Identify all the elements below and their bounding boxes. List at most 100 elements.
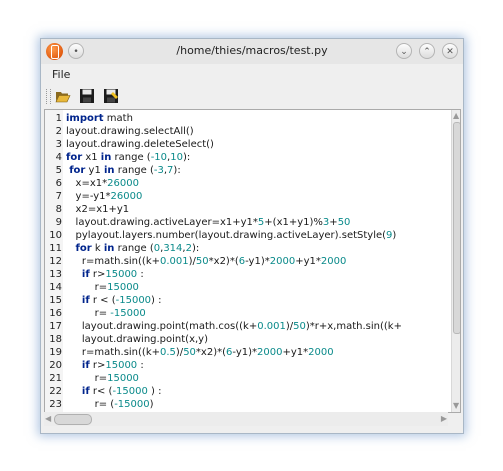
keyword-token: for (75, 243, 92, 254)
line-number: 10 (49, 230, 62, 241)
code-token: x=x1* (66, 178, 108, 189)
number-token: 0.001 (257, 321, 286, 332)
number-token: 26000 (107, 178, 139, 189)
number-token: -3 (153, 165, 164, 176)
code-text[interactable]: r= (-15000) (66, 398, 154, 411)
code-text[interactable]: if r< (-15000 ) : (66, 385, 162, 398)
code-token: r> (89, 360, 106, 371)
code-token: r=math.sin((k+ (66, 347, 160, 358)
code-text[interactable]: if r>15000 : (66, 359, 144, 372)
code-token: math (103, 113, 133, 124)
code-text[interactable]: r=15000 (66, 281, 139, 294)
scroll-left-arrow-icon[interactable]: ◀ (45, 414, 51, 424)
code-token: x1 (82, 152, 101, 163)
keyword-token: if (81, 269, 90, 280)
horizontal-scrollbar-thumb[interactable] (54, 414, 92, 425)
code-token: ): (182, 152, 191, 163)
code-text[interactable]: y=-y1*26000 (66, 190, 143, 203)
code-text[interactable]: layout.drawing.activeLayer=x1+y1*5+(x1+y… (66, 216, 351, 229)
code-token: ) (392, 230, 397, 241)
code-token: +y1* (295, 256, 321, 267)
number-token: 0.5 (160, 347, 176, 358)
number-token: -15000 (114, 399, 150, 410)
number-token: 2000 (320, 256, 347, 267)
code-token: ) : (151, 295, 162, 306)
maximize-button[interactable]: ⌃ (419, 43, 435, 59)
number-token: -15000 (112, 386, 148, 397)
code-token: )*r+x,math.sin((k+ (305, 321, 402, 332)
code-text[interactable]: layout.drawing.point(x,y) (66, 333, 208, 346)
line-number: 1 (55, 113, 62, 124)
line-number: 6 (55, 178, 62, 189)
number-token: 2000 (308, 347, 334, 358)
code-text[interactable]: r=math.sin((k+0.5)/50*x2)*(6-y1)*2000+y1… (66, 346, 334, 359)
keyword-token: in (100, 152, 112, 163)
code-text[interactable]: pylayout.layers.number(layout.drawing.ac… (66, 229, 397, 242)
vertical-scrollbar-thumb[interactable] (453, 122, 460, 334)
code-token: ) : (147, 386, 162, 397)
folder-open-icon[interactable] (55, 88, 71, 104)
line-number: 11 (49, 243, 62, 254)
code-text[interactable]: import math (66, 112, 133, 125)
keyword-token: for (66, 152, 83, 163)
line-number: 23 (49, 399, 62, 410)
code-text[interactable]: layout.drawing.point(math.cos((k+0.001)/… (66, 320, 402, 333)
code-text[interactable]: x=x1*26000 (66, 177, 139, 190)
vertical-scrollbar[interactable]: ▲ ▼ (451, 110, 460, 412)
line-number: 21 (49, 373, 62, 384)
code-text[interactable]: r=math.sin((k+0.001)/50*x2)*(6-y1)*2000+… (66, 255, 346, 268)
code-text[interactable]: r= -15000 (66, 307, 146, 320)
code-token: ): (173, 165, 181, 176)
line-number: 20 (49, 360, 62, 371)
code-text[interactable]: for y1 in range (-3,7): (66, 164, 181, 177)
code-text[interactable]: layout.drawing.selectAll() (66, 125, 194, 138)
minimize-button[interactable]: ⌄ (396, 43, 412, 59)
code-text[interactable]: if r>15000 : (66, 268, 144, 281)
code-token: range ( (111, 152, 151, 163)
scroll-down-arrow-icon[interactable]: ▼ (453, 401, 459, 411)
code-token: r< ( (89, 386, 113, 397)
code-token: r= ( (66, 399, 115, 410)
code-token: layout.drawing.point(x,y) (66, 334, 209, 345)
code-text[interactable]: r=15000 (66, 372, 139, 385)
title-bar[interactable]: • /home/thies/macros/test.py ⌄ ⌃ ✕ (41, 39, 463, 64)
code-text[interactable]: x2=x1+y1 (66, 203, 130, 216)
line-number: 4 (55, 152, 62, 163)
code-text[interactable]: if r < (-15000) : (66, 294, 162, 307)
code-token: -y1)* (245, 256, 270, 267)
keyword-token: if (81, 386, 90, 397)
code-text[interactable]: for x1 in range (-10,10): (66, 151, 190, 164)
keyword-token: in (103, 165, 115, 176)
scroll-right-arrow-icon[interactable]: ▶ (441, 414, 447, 424)
code-text[interactable]: layout.drawing.deleteSelect() (66, 138, 214, 151)
menu-file[interactable]: File (52, 68, 70, 81)
number-token: 50 (195, 256, 209, 267)
code-token: +(x1+y1)% (264, 217, 323, 228)
line-number: 5 (55, 165, 62, 176)
code-token: pylayout.layers.number(layout.drawing.ac… (66, 230, 387, 241)
line-number: 9 (55, 217, 62, 228)
keyword-token: import (66, 113, 104, 124)
horizontal-scrollbar[interactable]: ◀ ▶ (44, 412, 448, 426)
line-number: 19 (49, 347, 62, 358)
code-token: x2=x1+y1 (66, 204, 130, 215)
code-token: y=-y1* (66, 191, 111, 202)
scroll-up-arrow-icon[interactable]: ▲ (453, 111, 459, 121)
code-token: +y1* (282, 347, 309, 358)
number-token: -15000 (115, 295, 152, 306)
line-number: 14 (49, 282, 62, 293)
code-text[interactable]: for k in range (0,314,2): (66, 242, 200, 255)
keyword-token: in (103, 243, 115, 254)
code-token: : (137, 269, 144, 280)
toolbar-grip-handle[interactable] (46, 89, 51, 104)
code-token: y1 (85, 165, 104, 176)
code-token: -y1)* (232, 347, 258, 358)
save-as-icon[interactable] (103, 88, 119, 104)
code-editor[interactable]: 1 import math 2 layout.drawing.selectAll() 3… (44, 109, 461, 413)
save-icon[interactable] (79, 88, 95, 104)
close-button[interactable]: ✕ (442, 43, 458, 59)
